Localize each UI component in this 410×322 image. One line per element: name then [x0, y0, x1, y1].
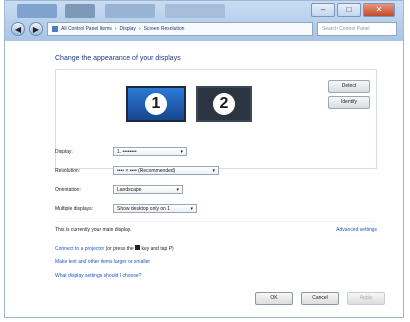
main-display-line: This is currently your main display. Adv… [55, 227, 377, 233]
breadcrumb-item[interactable]: All Control Panel Items [61, 26, 112, 32]
multiple-displays-label: Multiple displays: [55, 205, 94, 212]
display-select-value: 1. •••••••• [117, 149, 137, 155]
display-row: Display: 1. •••••••• ▾ [55, 147, 187, 156]
display-label: Display: [55, 148, 73, 155]
forward-button[interactable]: ▶ [29, 22, 43, 36]
dialog-buttons: OK Cancel Apply [255, 292, 385, 305]
orientation-row: Orientation: Landscape ▾ [55, 185, 183, 194]
monitor-1[interactable]: 1 [126, 86, 186, 122]
windows-logo-icon [135, 245, 141, 250]
screen-resolution-window: – □ ✕ ◀ ▶ All Control Panel Items › Disp… [4, 0, 404, 318]
display-select[interactable]: 1. •••••••• ▾ [113, 147, 187, 156]
monitor-2[interactable]: 2 [196, 86, 252, 122]
ok-button[interactable]: OK [255, 292, 293, 305]
page-title: Change the appearance of your displays [55, 55, 181, 62]
chevron-down-icon: ▾ [180, 149, 183, 155]
apply-button[interactable]: Apply [347, 292, 385, 305]
minimize-button[interactable]: – [311, 3, 335, 17]
projector-hint-text: (or press the [105, 246, 134, 252]
search-placeholder: Search Control Panel [322, 26, 370, 32]
identify-button[interactable]: Identify [328, 96, 370, 109]
chevron-down-icon: ▾ [190, 206, 193, 212]
projector-link-row: Connect to a projector (or press the key… [55, 245, 174, 252]
multiple-displays-row: Multiple displays: Show desktop only on … [55, 204, 197, 213]
text-size-link[interactable]: Make text and other items larger or smal… [55, 259, 150, 265]
monitor-number: 2 [213, 93, 235, 115]
content-area: Change the appearance of your displays 1… [5, 41, 403, 317]
connect-projector-link[interactable]: Connect to a projector [55, 246, 104, 252]
orientation-select-value: Landscape [117, 187, 142, 193]
window-controls: – □ ✕ [311, 3, 395, 17]
multiple-displays-select[interactable]: Show desktop only on 1 ▾ [113, 204, 197, 213]
projector-hint-text-end: key and tap P) [141, 246, 174, 252]
back-button[interactable]: ◀ [11, 22, 25, 36]
taskbar-icons-decoration [65, 4, 95, 18]
maximize-button[interactable]: □ [337, 3, 361, 17]
forward-arrow-icon: ▶ [32, 25, 40, 34]
main-display-text: This is currently your main display. [55, 227, 132, 233]
chevron-down-icon: ▾ [212, 168, 215, 174]
orientation-label: Orientation: [55, 186, 81, 193]
multiple-displays-select-value: Show desktop only on 1 [117, 206, 171, 212]
divider [55, 221, 375, 222]
advanced-settings-link[interactable]: Advanced settings [336, 227, 377, 233]
breadcrumb-item[interactable]: Display [120, 26, 136, 32]
chevron-down-icon: ▾ [176, 187, 179, 193]
breadcrumb-separator-icon: › [138, 26, 141, 32]
taskbar-icons-decoration [105, 4, 155, 18]
display-settings-help-link[interactable]: What display settings should I choose? [55, 273, 141, 279]
resolution-select-value: •••• × •••• (Recommended) [117, 168, 176, 174]
search-input[interactable]: Search Control Panel [317, 22, 397, 36]
address-bar[interactable]: All Control Panel Items › Display › Scre… [47, 22, 313, 36]
close-button[interactable]: ✕ [363, 3, 395, 17]
cancel-button[interactable]: Cancel [301, 292, 339, 305]
taskbar-icons-decoration [17, 4, 57, 18]
breadcrumb-separator-icon: › [114, 26, 117, 32]
navigation-bar: ◀ ▶ All Control Panel Items › Display › … [11, 21, 397, 37]
title-bar: – □ ✕ ◀ ▶ All Control Panel Items › Disp… [5, 1, 403, 41]
monitor-number: 1 [145, 93, 167, 115]
breadcrumb-item[interactable]: Screen Resolution [144, 26, 185, 32]
resolution-select[interactable]: •••• × •••• (Recommended) ▾ [113, 166, 219, 175]
back-arrow-icon: ◀ [14, 25, 22, 34]
resolution-label: Resolution: [55, 167, 81, 174]
resolution-row: Resolution: •••• × •••• (Recommended) ▾ [55, 166, 219, 175]
taskbar-icons-decoration [165, 4, 225, 18]
detect-button[interactable]: Detect [328, 80, 370, 93]
control-panel-icon [52, 26, 58, 32]
orientation-select[interactable]: Landscape ▾ [113, 185, 183, 194]
